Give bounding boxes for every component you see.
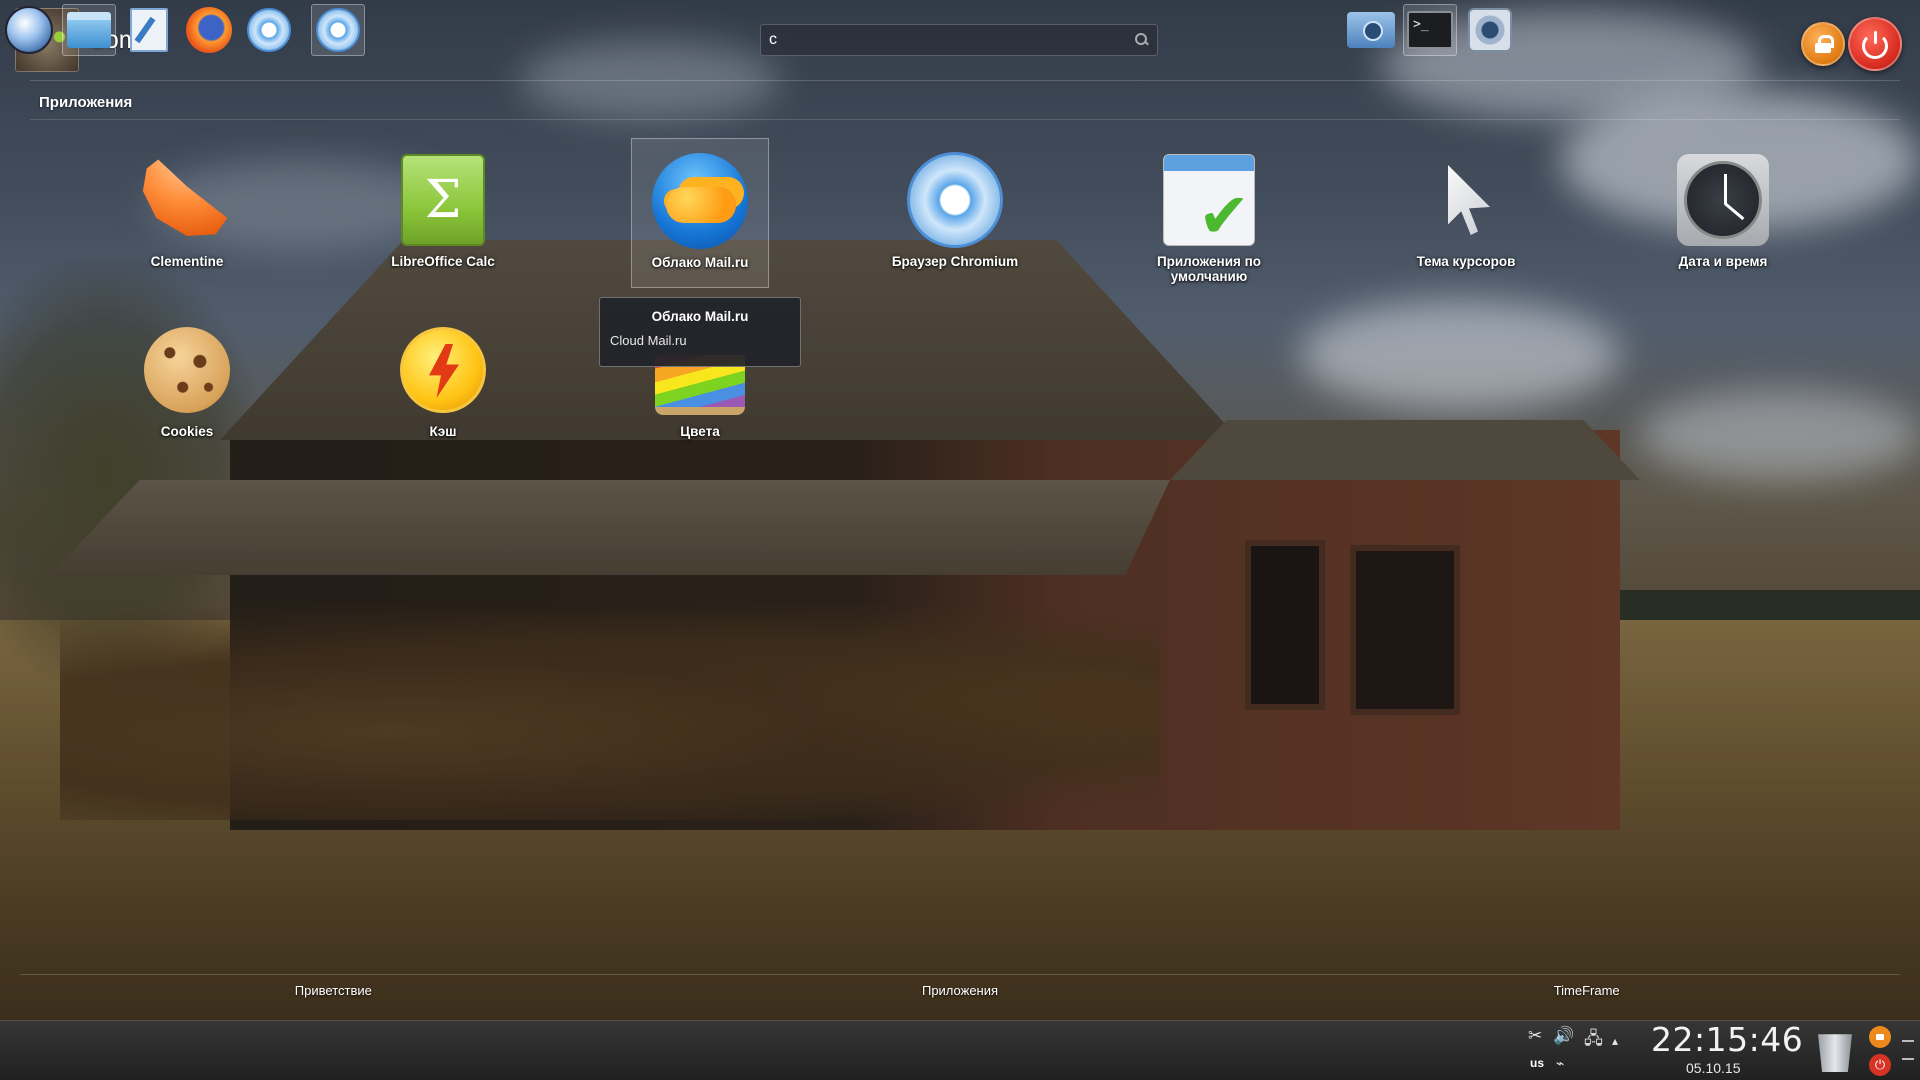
launcher-tabs: Приветствие Приложения TimeFrame <box>20 974 1900 1008</box>
app-chromium[interactable]: Браузер Chromium <box>886 138 1024 288</box>
taskbar-editor[interactable] <box>122 4 176 56</box>
keyboard-layout[interactable]: us <box>1530 1056 1544 1070</box>
clock-date[interactable]: 05.10.15 <box>1686 1060 1741 1076</box>
text-editor-icon <box>130 8 168 52</box>
app-default-applications[interactable]: Приложения по умолчанию <box>1140 138 1278 288</box>
app-label: Clementine <box>150 254 224 269</box>
panel-lock-icon[interactable] <box>1869 1026 1891 1048</box>
section-title: Приложения <box>39 94 133 111</box>
app-label: Браузер Chromium <box>891 254 1019 269</box>
tooltip-title: Облако Mail.ru <box>651 309 749 324</box>
firefox-icon <box>186 7 232 53</box>
tab-applications[interactable]: Приложения <box>647 975 1274 1008</box>
clementine-icon <box>139 152 235 248</box>
cursor-theme-icon <box>1418 152 1514 248</box>
app-label: Cookies <box>160 424 214 439</box>
section-divider <box>30 119 1900 120</box>
clock-time[interactable]: 22:15:46 <box>1651 1020 1803 1059</box>
app-launcher-button[interactable] <box>2 4 56 56</box>
chromium-icon <box>907 152 1003 248</box>
chromium-icon <box>316 8 360 52</box>
app-cache[interactable]: Кэш <box>374 308 512 458</box>
launcher-icon <box>5 6 53 54</box>
taskbar-screenshot[interactable] <box>1344 4 1398 56</box>
header-divider <box>30 80 1900 81</box>
app-label: LibreOffice Calc <box>391 254 495 269</box>
taskbar-terminal[interactable]: >_ <box>1403 4 1457 56</box>
volume-icon[interactable]: 🔊 <box>1553 1026 1574 1046</box>
tab-timeframe[interactable]: TimeFrame <box>1273 975 1900 1008</box>
clock-icon <box>1675 152 1771 248</box>
power-button[interactable] <box>1848 17 1902 71</box>
cache-icon <box>395 322 491 418</box>
taskbar-files[interactable] <box>62 4 116 56</box>
lock-button[interactable] <box>1801 22 1845 66</box>
app-cloud-mailru[interactable]: Облако Mail.ru <box>631 138 769 288</box>
usb-icon[interactable]: ⌁ <box>1556 1056 1564 1072</box>
app-label: Цвета <box>680 424 720 439</box>
network-icon[interactable]: 🖧 <box>1584 1026 1603 1055</box>
tooltip-description: Cloud Mail.ru <box>610 333 687 348</box>
app-label: Тема курсоров <box>1416 254 1516 269</box>
tab-welcome[interactable]: Приветствие <box>20 975 647 1008</box>
app-date-time[interactable]: Дата и время <box>1654 138 1792 288</box>
taskbar-firefox[interactable] <box>182 4 236 56</box>
tray-expand-icon[interactable]: ▴ <box>1612 1034 1618 1048</box>
lock-icon <box>1815 35 1834 53</box>
taskbar <box>0 1020 1920 1080</box>
panel-power-icon[interactable]: ⏻ <box>1869 1054 1891 1076</box>
default-apps-icon <box>1161 152 1257 248</box>
app-cursor-theme[interactable]: Тема курсоров <box>1397 138 1535 288</box>
app-tooltip: Облако Mail.ru Cloud Mail.ru <box>599 297 801 367</box>
spreadsheet-icon: Σ <box>395 152 491 248</box>
trash-icon[interactable] <box>1818 1034 1852 1072</box>
app-cookies[interactable]: Cookies <box>118 308 256 458</box>
search-input[interactable] <box>769 31 1135 49</box>
power-icon <box>1862 31 1888 59</box>
search-box[interactable] <box>760 24 1158 56</box>
cloud-mailru-icon <box>652 153 748 249</box>
settings-icon <box>1468 8 1512 52</box>
app-label: Облако Mail.ru <box>651 255 749 270</box>
clipboard-icon[interactable]: ✂ <box>1528 1026 1542 1046</box>
terminal-icon: >_ <box>1407 11 1453 49</box>
taskbar-chromium[interactable] <box>242 4 296 56</box>
screenshot-icon <box>1347 12 1395 48</box>
app-label: Приложения по умолчанию <box>1156 254 1262 284</box>
panel-settings-handle[interactable] <box>1902 1040 1914 1060</box>
app-label: Дата и время <box>1678 254 1768 269</box>
app-libreoffice-calc[interactable]: Σ LibreOffice Calc <box>374 138 512 288</box>
app-clementine[interactable]: Clementine <box>118 138 256 288</box>
file-manager-icon <box>67 12 111 48</box>
cookie-icon <box>139 322 235 418</box>
app-label: Кэш <box>429 424 457 439</box>
taskbar-chromium-window[interactable] <box>311 4 365 56</box>
chromium-icon <box>247 8 291 52</box>
taskbar-system-settings[interactable] <box>1463 4 1517 56</box>
search-icon <box>1135 33 1149 47</box>
